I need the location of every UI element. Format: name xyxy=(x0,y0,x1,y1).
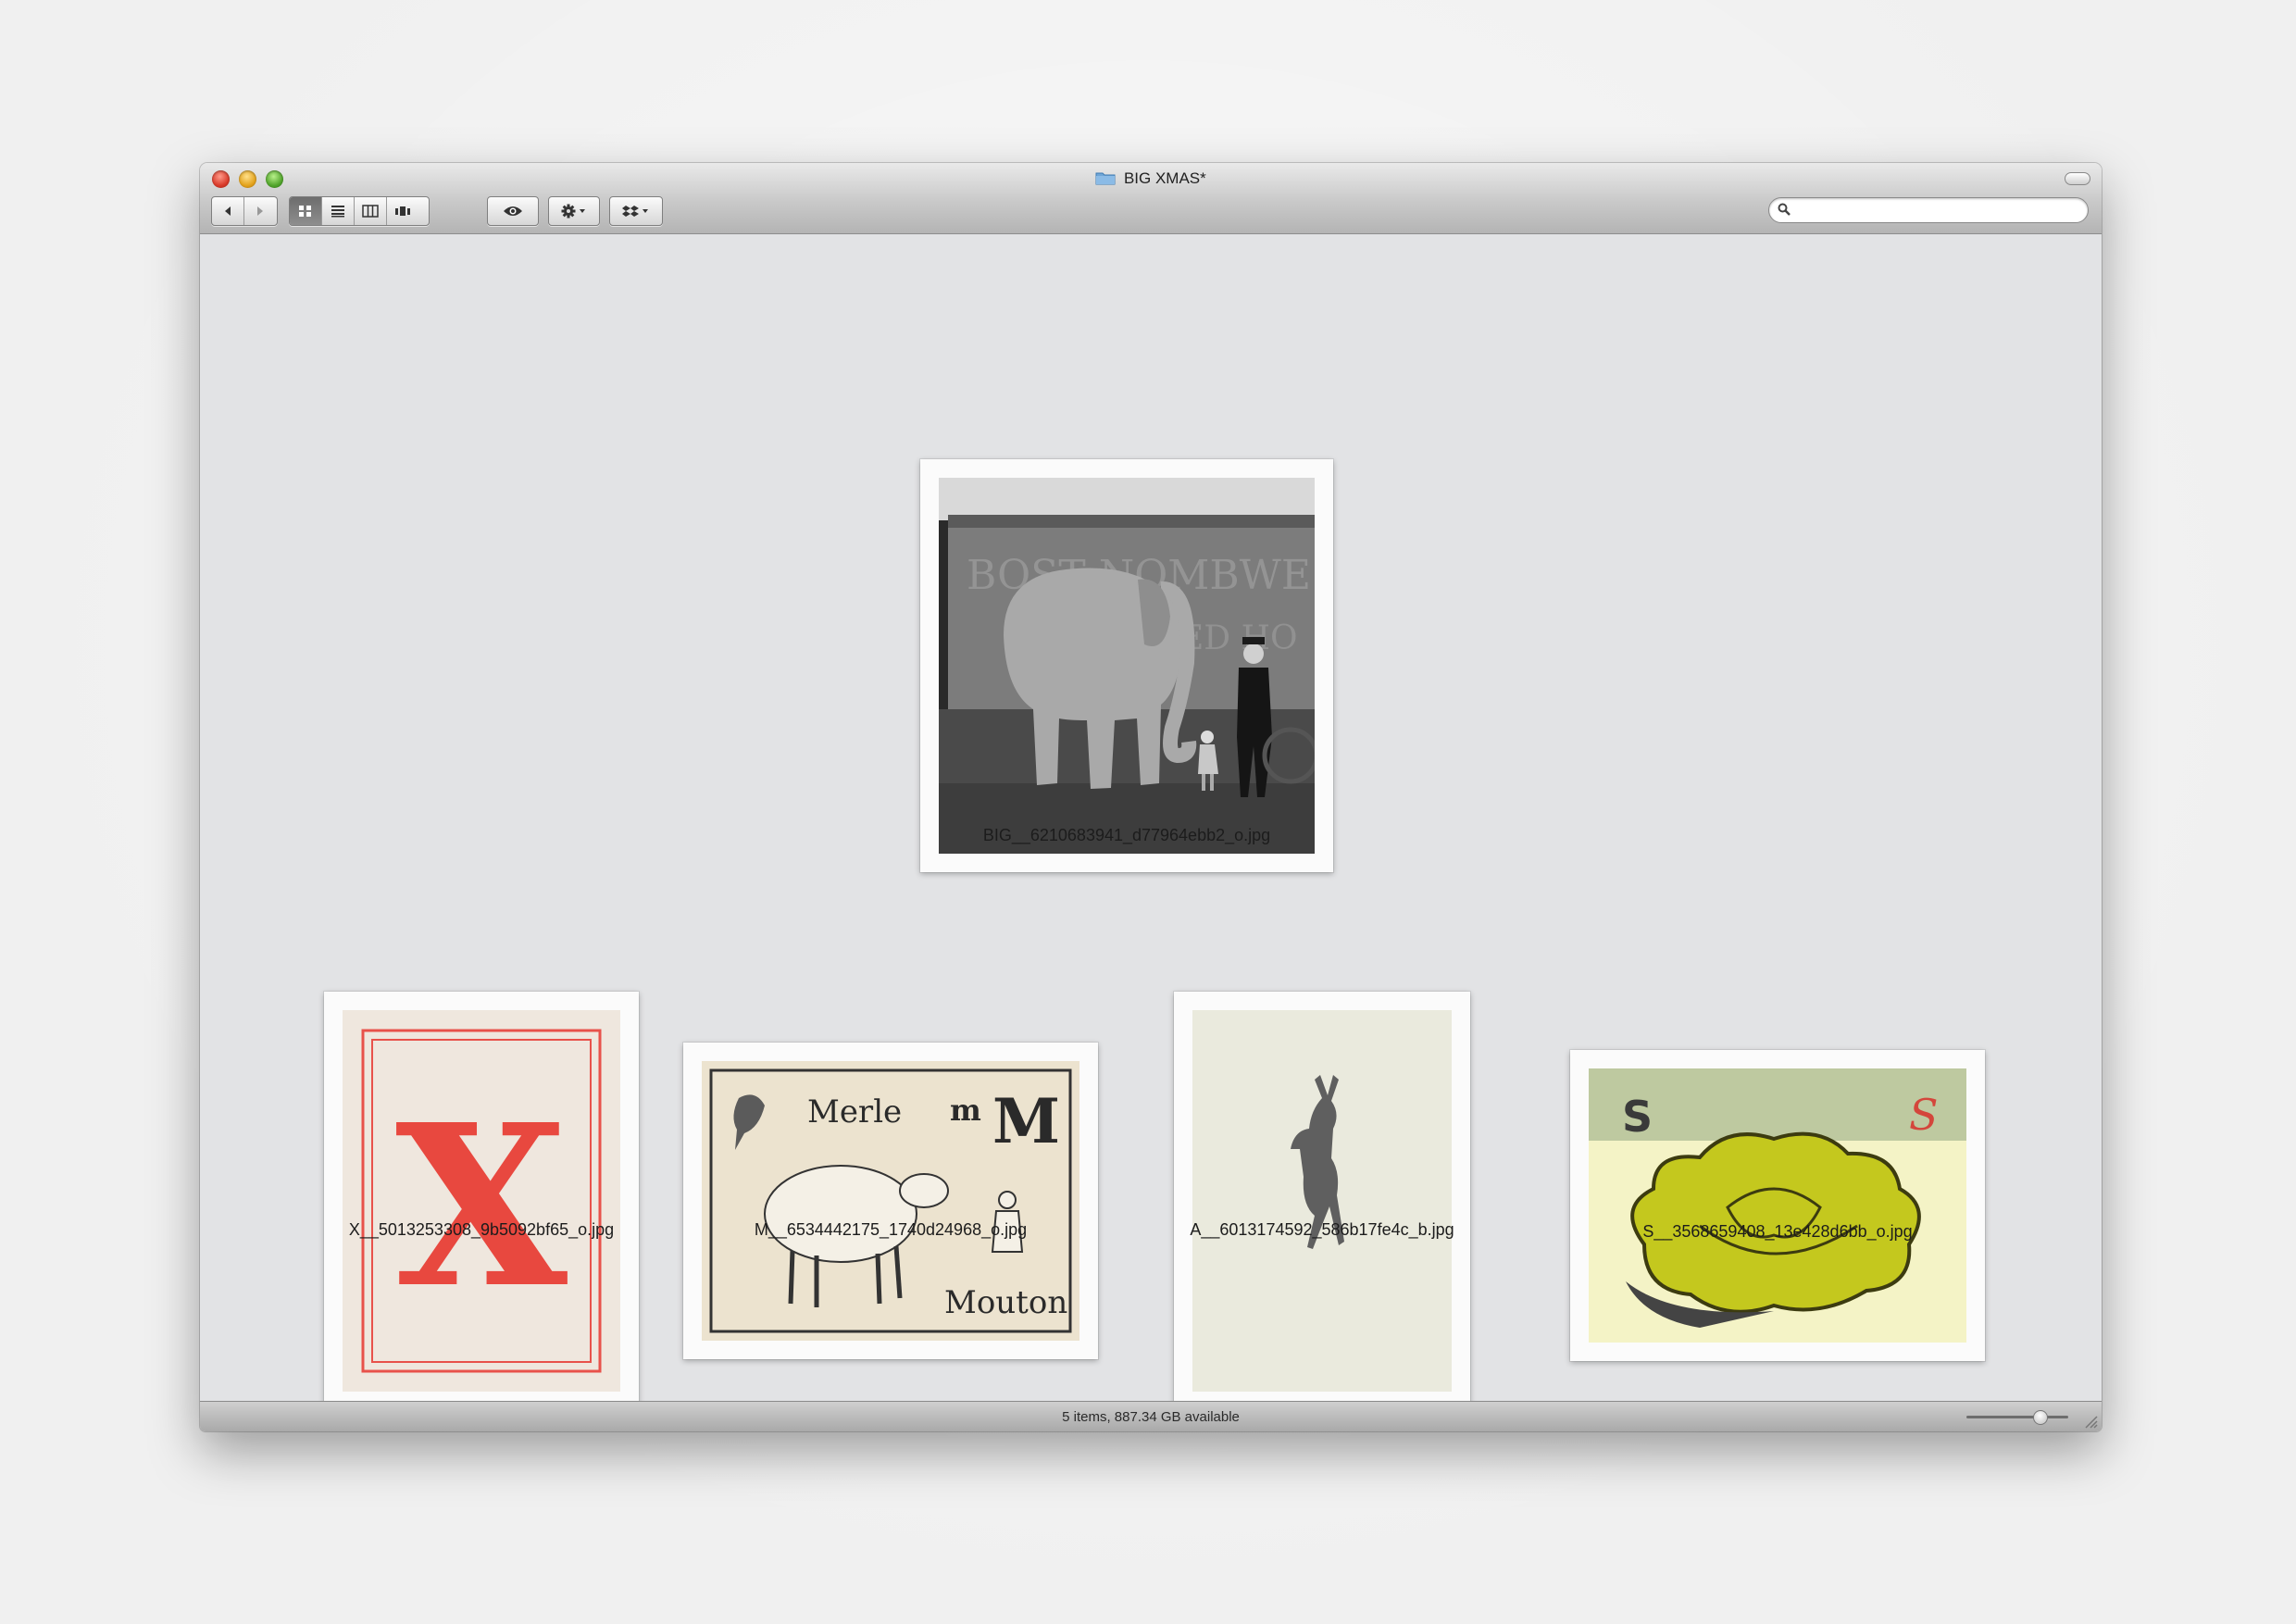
file-name-label[interactable]: M__6534442175_1740d24968_o.jpg xyxy=(650,1220,1131,1240)
file-icon-s-card[interactable]: S S xyxy=(1570,1050,1985,1361)
file-icon-a-card[interactable] xyxy=(1174,992,1470,1410)
action-menu-button[interactable] xyxy=(549,197,599,225)
donkey-picture xyxy=(1192,1010,1452,1392)
dropbox-menu-button[interactable] xyxy=(610,197,662,225)
icon-view-icon xyxy=(299,206,311,217)
column-view-button[interactable] xyxy=(355,197,387,225)
s-letter: S xyxy=(1622,1092,1653,1142)
quicklook-group xyxy=(487,196,539,226)
back-button[interactable] xyxy=(212,197,244,225)
view-mode-group xyxy=(289,196,430,226)
status-bar: 5 items, 887.34 GB available xyxy=(200,1401,2102,1431)
cover-flow-icon xyxy=(395,206,410,216)
script-s-letter: S xyxy=(1909,1090,1939,1140)
merle-word: Merle xyxy=(807,1093,902,1131)
dropbox-group xyxy=(609,196,663,226)
cover-flow-view-button[interactable] xyxy=(387,197,418,225)
window-title: BIG XMAS* xyxy=(200,169,2102,188)
window-title-text: BIG XMAS* xyxy=(1123,169,1206,187)
folder-icon xyxy=(1095,172,1116,185)
svg-text:ED HO: ED HO xyxy=(1179,619,1298,657)
file-name-label[interactable]: BIG__6210683941_d77964ebb2_o.jpg xyxy=(886,826,1367,845)
small-m-letter: m xyxy=(950,1093,981,1128)
back-arrow-icon xyxy=(225,206,231,216)
back-forward-group xyxy=(211,196,278,226)
elephant-photo: BOST NOMBWE ED HO xyxy=(939,478,1315,854)
resize-grip-icon[interactable] xyxy=(2083,1414,2098,1429)
file-icon-big-elephant[interactable]: BOST NOMBWE ED HO xyxy=(920,459,1333,872)
status-text: 5 items, 887.34 GB available xyxy=(1062,1409,1240,1425)
column-view-icon xyxy=(362,205,379,218)
eye-icon xyxy=(504,206,522,216)
big-m-letter: M xyxy=(992,1085,1060,1157)
finder-window: BIG XMAS* BOST NOMBWE ED HO BIG__6210683… xyxy=(200,163,2102,1431)
toolbar-toggle-button[interactable] xyxy=(2065,172,2090,185)
x-card-picture: X xyxy=(343,1010,620,1392)
forward-button[interactable] xyxy=(244,197,276,225)
file-icon-x-card[interactable]: X xyxy=(324,992,639,1410)
lettuce-picture: S S xyxy=(1589,1068,1966,1343)
m-card-picture: Merle m M Mouton xyxy=(702,1061,1079,1341)
forward-arrow-icon xyxy=(257,206,263,216)
list-view-icon xyxy=(331,206,344,218)
action-group xyxy=(548,196,600,226)
search-icon xyxy=(1778,203,1791,216)
x-letter: X xyxy=(395,1076,568,1337)
file-name-label[interactable]: A__6013174592_586b17fe4c_b.jpg xyxy=(1081,1220,1563,1240)
dropbox-icon xyxy=(622,206,648,217)
icon-size-slider[interactable] xyxy=(1966,1410,2068,1425)
file-icon-m-card[interactable]: Merle m M Mouton xyxy=(683,1043,1098,1359)
quicklook-button[interactable] xyxy=(488,197,538,225)
file-name-label[interactable]: S__3568659408_13e428d6bb_o.jpg xyxy=(1537,1222,2018,1242)
icon-view-area[interactable]: BOST NOMBWE ED HO BIG__6210683941_d77964… xyxy=(200,234,2102,1410)
list-view-button[interactable] xyxy=(322,197,355,225)
gear-icon xyxy=(561,204,585,219)
icon-view-button[interactable] xyxy=(290,197,322,225)
search-field[interactable] xyxy=(1768,197,2089,223)
mouton-word: Mouton xyxy=(944,1284,1067,1321)
title-bar[interactable]: BIG XMAS* xyxy=(200,163,2102,234)
